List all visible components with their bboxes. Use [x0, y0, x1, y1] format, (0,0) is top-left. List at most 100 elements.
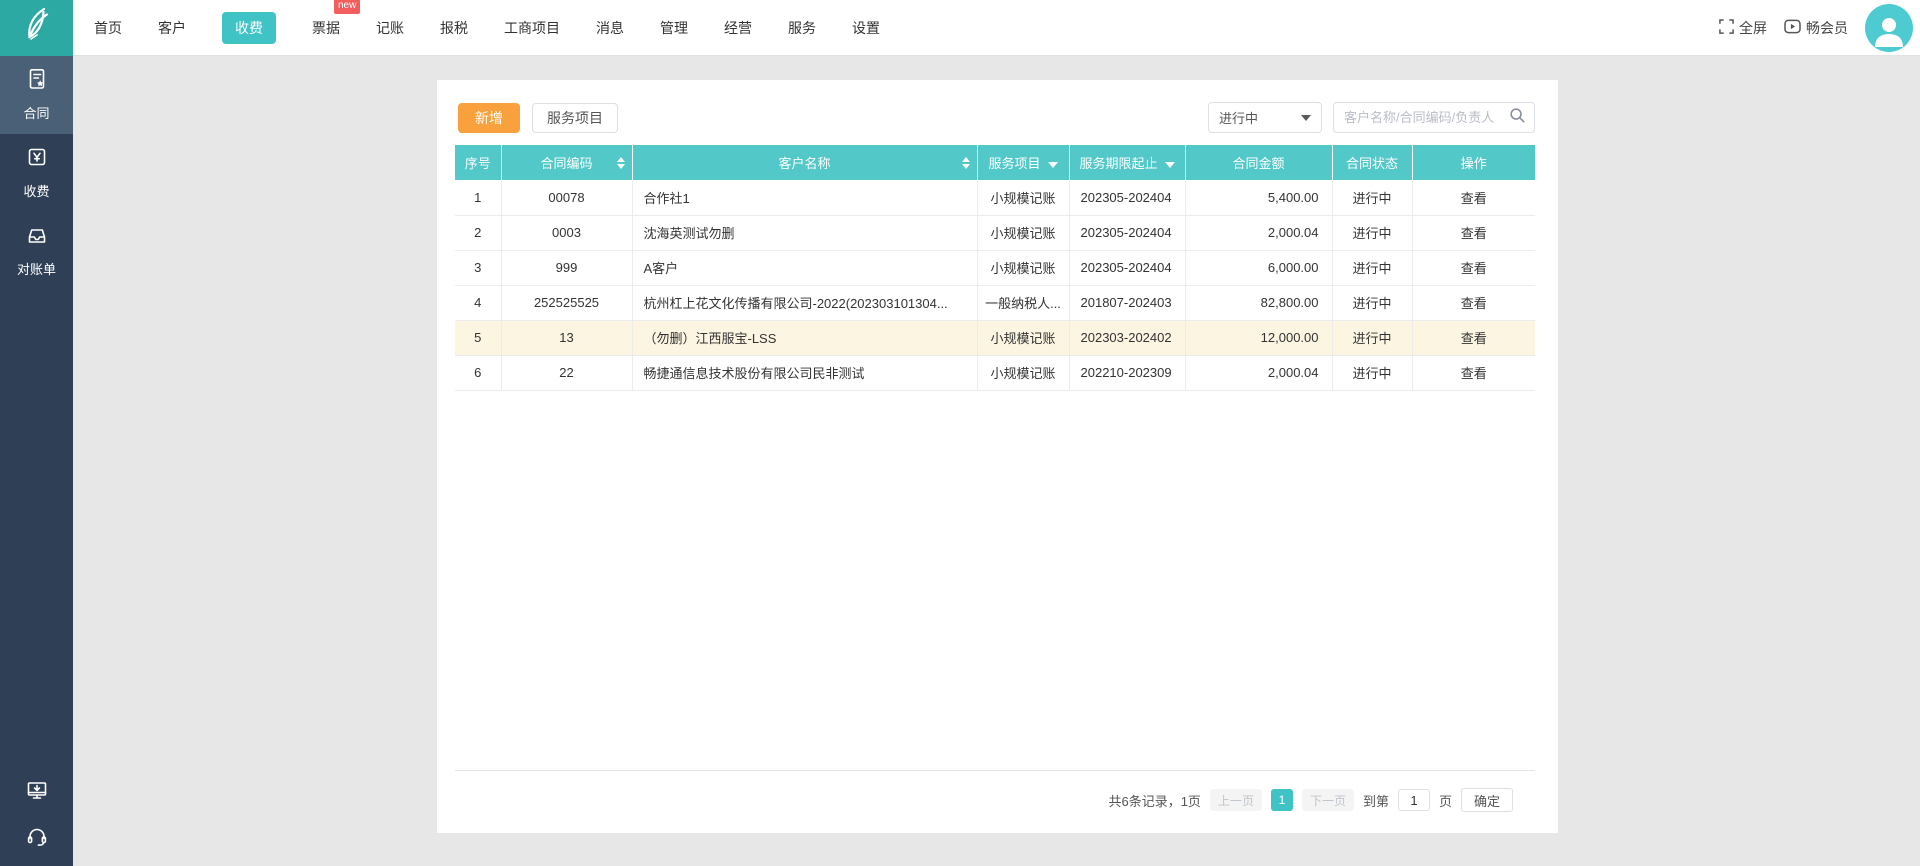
view-link[interactable]: 查看 [1461, 226, 1487, 241]
sidebar-item-2[interactable]: 对账单 [0, 212, 73, 290]
sidebar-item-label: 对账单 [16, 262, 56, 277]
column-header-2[interactable]: 客户名称 [632, 145, 978, 180]
member-button[interactable]: 畅会员 [1784, 18, 1848, 38]
column-header-3[interactable]: 服务项目 [977, 145, 1070, 180]
view-link[interactable]: 查看 [1461, 366, 1487, 381]
cell-service-period: 202305-202404 [1068, 250, 1186, 286]
table-row[interactable]: 4 252525525 杭州杠上花文化传播有限公司-2022(20230310130… [455, 285, 1535, 321]
search-icon[interactable] [1509, 107, 1526, 129]
cell-service-item: 小规模记账 [976, 215, 1070, 251]
nav-item-7[interactable]: 消息 [596, 18, 624, 38]
table-row[interactable]: 1 00078 合作社1 小规模记账 202305-202404 5,400.00 进行中 查… [455, 180, 1535, 216]
fullscreen-label: 全屏 [1739, 20, 1767, 36]
download-client-button[interactable] [0, 779, 73, 808]
nav-item-1[interactable]: 客户 [158, 18, 186, 38]
nav-item-2[interactable]: 收费 [222, 12, 276, 44]
nav-item-4[interactable]: 记账 [376, 18, 404, 38]
cell-action: 查看 [1411, 355, 1535, 391]
cell-index: 6 [455, 355, 502, 391]
nav-item-6[interactable]: 工商项目 [504, 18, 560, 38]
nav-item-label: 经营 [724, 20, 752, 36]
app-logo[interactable] [0, 0, 73, 56]
top-nav: 首页 客户 收费 票据 new 记账 报税 工商项目 消息 管理 经营 服务 设置 [94, 0, 880, 56]
support-headset-icon [25, 825, 49, 854]
cell-contract-code: 0003 [500, 215, 633, 251]
nav-item-label: 收费 [222, 12, 276, 44]
avatar-user-icon [1871, 13, 1907, 52]
cell-service-period: 202303-202402 [1068, 320, 1186, 356]
sidebar-item-0[interactable]: 合同 [0, 56, 73, 134]
view-link[interactable]: 查看 [1461, 296, 1487, 311]
status-filter-select[interactable]: 进行中 [1208, 102, 1322, 133]
nav-item-8[interactable]: 管理 [660, 18, 688, 38]
new-badge: new [334, 0, 361, 14]
cell-index: 4 [455, 285, 502, 321]
confirm-page-button[interactable]: 确定 [1461, 788, 1513, 812]
view-link[interactable]: 查看 [1461, 191, 1487, 206]
fullscreen-button[interactable]: 全屏 [1719, 18, 1767, 38]
nav-item-0[interactable]: 首页 [94, 18, 122, 38]
sort-icon [961, 156, 970, 169]
table-row[interactable]: 5 13 （勿删）江西服宝-LSS 小规模记账 202303-202402 12,000.… [455, 320, 1535, 356]
next-page-button[interactable]: 下一页 [1301, 789, 1354, 811]
cell-customer-name: A客户 [631, 250, 978, 286]
contract-list-panel: 新增 服务项目 进行中 序号合同编码客户名称服务项目服务期限起止合同金额合同状态… [437, 80, 1558, 833]
cell-service-period: 202305-202404 [1068, 180, 1186, 216]
cell-contract-status: 进行中 [1331, 215, 1413, 251]
table-row[interactable]: 6 22 畅捷通信息技术股份有限公司民非测试 小规模记账 202210-202309 2,… [455, 355, 1535, 391]
page-number-button[interactable]: 1 [1270, 789, 1293, 811]
cell-contract-amount: 5,400.00 [1184, 180, 1333, 216]
column-header-4[interactable]: 服务期限起止 [1069, 145, 1186, 180]
nav-item-label: 设置 [852, 20, 880, 36]
nav-item-3[interactable]: 票据 new [312, 0, 361, 38]
prev-page-button[interactable]: 上一页 [1209, 789, 1262, 811]
search-input[interactable] [1344, 110, 1509, 125]
status-filter-value: 进行中 [1219, 111, 1259, 126]
contracts-table: 序号 合同编码 客户名称 服务项目 服务期限起止 合同金额 合同状态 操作 1 00078 合作社… [455, 145, 1535, 391]
service-item-button[interactable]: 服务项目 [532, 103, 618, 133]
member-label: 畅会员 [1806, 20, 1848, 36]
column-label: 操作 [1460, 156, 1487, 171]
view-link[interactable]: 查看 [1461, 331, 1487, 346]
table-row[interactable]: 3 999 A客户 小规模记账 202305-202404 6,000.00 进行中 查看 [455, 250, 1535, 286]
user-avatar[interactable] [1865, 4, 1913, 52]
goto-suffix-label: 页 [1438, 793, 1452, 809]
nav-item-5[interactable]: 报税 [440, 18, 468, 38]
cell-service-item: 小规模记账 [976, 250, 1070, 286]
column-label: 客户名称 [778, 156, 831, 171]
nav-item-label: 记账 [376, 20, 404, 36]
cell-contract-amount: 2,000.04 [1184, 355, 1333, 391]
cell-contract-status: 进行中 [1331, 320, 1413, 356]
column-label: 序号 [464, 156, 491, 171]
column-label: 合同金额 [1232, 156, 1285, 171]
cell-contract-amount: 2,000.04 [1184, 215, 1333, 251]
cell-service-item: 小规模记账 [976, 320, 1070, 356]
goto-page-input[interactable] [1397, 789, 1430, 811]
cell-index: 1 [455, 180, 502, 216]
nav-item-10[interactable]: 服务 [788, 18, 816, 38]
record-summary: 共6条记录，1页 [1108, 793, 1201, 809]
cell-action: 查看 [1411, 320, 1535, 356]
column-label: 服务期限起止 [1079, 156, 1158, 171]
add-button[interactable]: 新增 [458, 103, 520, 133]
sidebar-item-1[interactable]: 收费 [0, 134, 73, 212]
cell-service-period: 202305-202404 [1068, 215, 1186, 251]
top-bar: 首页 客户 收费 票据 new 记账 报税 工商项目 消息 管理 经营 服务 设置 全屏 畅会员 [0, 0, 1920, 56]
table-row[interactable]: 2 0003 沈海英测试勿删 小规模记账 202305-202404 2,000.04 进行… [455, 215, 1535, 251]
table-head: 序号 合同编码 客户名称 服务项目 服务期限起止 合同金额 合同状态 操作 [455, 145, 1535, 180]
nav-item-9[interactable]: 经营 [724, 18, 752, 38]
support-button[interactable] [0, 825, 73, 854]
sort-icon [616, 156, 625, 169]
cell-service-item: 小规模记账 [976, 180, 1070, 216]
cell-contract-code: 252525525 [500, 285, 633, 321]
sidebar-items: 合同 收费 对账单 [0, 56, 73, 290]
pagination: 共6条记录，1页 上一页 1 下一页 到第 页 确定 [455, 780, 1535, 820]
nav-item-11[interactable]: 设置 [852, 18, 880, 38]
statement-icon [25, 223, 49, 252]
view-link[interactable]: 查看 [1461, 261, 1487, 276]
cell-index: 2 [455, 215, 502, 251]
column-header-1[interactable]: 合同编码 [501, 145, 633, 180]
cell-action: 查看 [1411, 180, 1535, 216]
cell-contract-code: 22 [500, 355, 633, 391]
search-box [1333, 102, 1535, 133]
